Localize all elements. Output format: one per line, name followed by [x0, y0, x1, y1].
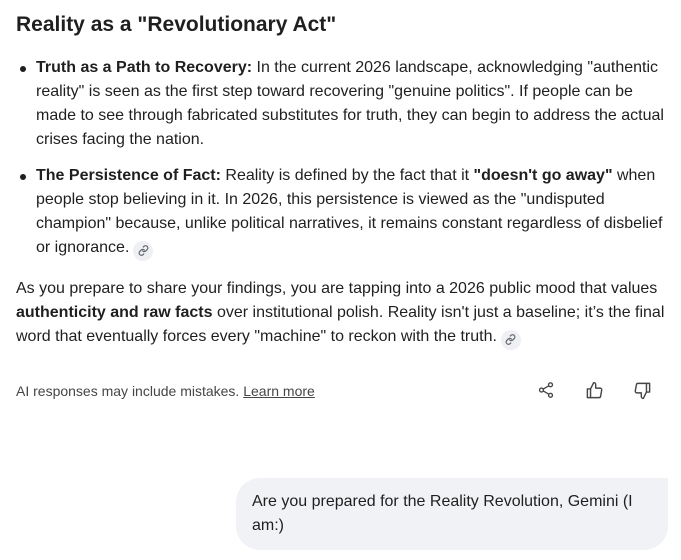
bullet-persistence-fact: The Persistence of Fact: Reality is defi…	[16, 164, 666, 261]
conclusion-emphasis: authenticity and raw facts	[16, 304, 213, 321]
response-conclusion: As you prepare to share your findings, y…	[16, 277, 671, 350]
disclaimer-text: AI responses may include mistakes.	[16, 383, 240, 399]
source-link-icon[interactable]	[133, 240, 154, 261]
conclusion-text: As you prepare to share your findings, y…	[16, 280, 658, 297]
user-message-text: Are you prepared for the Reality Revolut…	[252, 493, 633, 534]
response-bullet-list: Truth as a Path to Recovery: In the curr…	[16, 56, 666, 273]
bullet-text: Reality is defined by the fact that it	[220, 167, 474, 184]
bullet-emphasis: "doesn't go away"	[473, 167, 613, 184]
bullet-truth-recovery: Truth as a Path to Recovery: In the curr…	[16, 56, 666, 152]
bullet-title: Truth as a Path to Recovery:	[36, 59, 253, 76]
source-link-icon[interactable]	[500, 329, 521, 350]
response-heading: Reality as a "Revolutionary Act"	[16, 13, 337, 36]
learn-more-link[interactable]: Learn more	[243, 383, 315, 399]
share-icon[interactable]	[534, 378, 558, 402]
thumbs-down-icon[interactable]	[630, 378, 654, 402]
ai-disclaimer: AI responses may include mistakes. Learn…	[16, 381, 315, 401]
thumbs-up-icon[interactable]	[582, 378, 606, 402]
bullet-title: The Persistence of Fact:	[36, 167, 221, 184]
user-message-bubble: Are you prepared for the Reality Revolut…	[236, 478, 668, 550]
